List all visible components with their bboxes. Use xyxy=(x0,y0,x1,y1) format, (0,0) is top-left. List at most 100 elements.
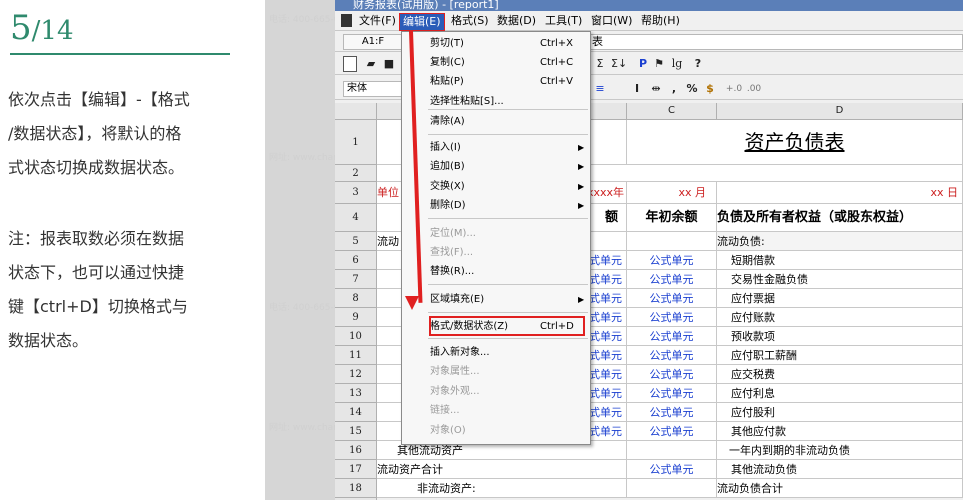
liability-item[interactable]: 流动负债合计 xyxy=(717,479,963,498)
percent-icon[interactable]: % xyxy=(685,81,699,97)
edit-menu-item-11[interactable]: 查找(F)... xyxy=(402,243,590,262)
log-icon[interactable]: lg xyxy=(669,56,685,72)
liability-item[interactable]: 其他流动负债 xyxy=(717,460,963,479)
row-header[interactable]: 17 xyxy=(335,460,377,479)
row-header[interactable]: 4 xyxy=(335,204,377,232)
font-select[interactable]: 宋体 xyxy=(343,81,403,97)
row-header[interactable]: 8 xyxy=(335,289,377,308)
edit-menu-item-1[interactable]: 剪切(T) Ctrl+X xyxy=(402,34,590,53)
column-header-c[interactable]: C xyxy=(627,103,717,120)
row-header[interactable]: 18 xyxy=(335,479,377,498)
edit-menu-item-10[interactable]: 定位(M)... xyxy=(402,224,590,243)
increase-decimal-icon[interactable]: +.0 xyxy=(725,81,743,97)
edit-menu-item-2[interactable]: 复制(C) Ctrl+C xyxy=(402,53,590,72)
formula-cell[interactable]: 公式单元 xyxy=(627,403,717,422)
edit-menu-item-16[interactable]: 对象属性... xyxy=(402,362,590,381)
liability-item[interactable]: 短期借款 xyxy=(717,251,963,270)
formula-cell[interactable]: 公式单元 xyxy=(627,422,717,441)
corner-cell[interactable] xyxy=(335,103,377,120)
grid-cell[interactable] xyxy=(627,479,717,498)
row-header[interactable]: 7 xyxy=(335,270,377,289)
row-header[interactable]: 10 xyxy=(335,327,377,346)
row-header[interactable]: 1 xyxy=(335,120,377,165)
formula-cell[interactable]: 公式单元 xyxy=(627,460,717,479)
edit-menu-item-5[interactable]: 清除(A) xyxy=(402,112,590,131)
print-p-icon[interactable]: P xyxy=(637,56,649,72)
day-cell[interactable]: xx 日 xyxy=(717,182,963,204)
row-header[interactable]: 5 xyxy=(335,232,377,251)
liability-item[interactable]: 应付职工薪酬 xyxy=(717,346,963,365)
liability-item[interactable]: 其他应付款 xyxy=(717,422,963,441)
column-header-d[interactable]: D xyxy=(717,103,963,120)
formula-cell[interactable]: 公式单元 xyxy=(627,346,717,365)
liability-item[interactable]: 应付股利 xyxy=(717,403,963,422)
edit-menu-item-18[interactable]: 链接... xyxy=(402,401,590,420)
row-header[interactable]: 11 xyxy=(335,346,377,365)
month-cell[interactable]: xx 月 xyxy=(627,182,717,204)
open-folder-icon[interactable]: ▰ xyxy=(363,56,379,72)
edit-menu-item-9[interactable]: 删除(D) ▶ xyxy=(402,196,590,215)
grid-cell[interactable] xyxy=(627,232,717,251)
formula-cell[interactable]: 公式单元 xyxy=(627,327,717,346)
liability-item[interactable]: 应付账款 xyxy=(717,308,963,327)
row-header[interactable]: 3 xyxy=(335,182,377,204)
menu-tools[interactable]: 工具(T) xyxy=(545,13,582,29)
edit-menu-item-13[interactable]: 区域填充(E) ▶ xyxy=(402,290,590,309)
header-liabilities[interactable]: 负债及所有者权益（或股东权益） xyxy=(717,204,963,232)
decrease-decimal-icon[interactable]: .00 xyxy=(745,81,763,97)
edit-menu-item-3[interactable]: 粘贴(P) Ctrl+V xyxy=(402,72,590,91)
report-title[interactable]: 资产负债表 xyxy=(627,120,963,165)
edit-menu-item-6[interactable]: 插入(I) ▶ xyxy=(402,138,590,157)
row-header[interactable]: 12 xyxy=(335,365,377,384)
menu-window[interactable]: 窗口(W) xyxy=(591,13,632,29)
liability-item[interactable]: 应交税费 xyxy=(717,365,963,384)
align-right-icon[interactable]: ≡ xyxy=(593,81,607,97)
liability-item[interactable]: 应付利息 xyxy=(717,384,963,403)
row-header[interactable]: 16 xyxy=(335,441,377,460)
formula-cell[interactable]: 公式单元 xyxy=(627,289,717,308)
menu-data[interactable]: 数据(D) xyxy=(497,13,536,29)
edit-menu-item-7[interactable]: 追加(B) ▶ xyxy=(402,157,590,176)
formula-cell[interactable]: 公式单元 xyxy=(627,308,717,327)
comma-icon[interactable]: , xyxy=(669,81,679,97)
edit-menu-item-8[interactable]: 交换(X) ▶ xyxy=(402,177,590,196)
sum-down-icon[interactable]: Σ↓ xyxy=(611,56,627,72)
formula-input[interactable]: 表 xyxy=(585,34,963,50)
grid-cell[interactable]: 流动资产合计 xyxy=(377,460,627,479)
edit-menu-item-12[interactable]: 替换(R)... xyxy=(402,262,590,281)
menu-edit[interactable]: 编辑(E) xyxy=(399,13,445,31)
formula-cell[interactable]: 公式单元 xyxy=(627,365,717,384)
header-begin-balance[interactable]: 年初余额 xyxy=(627,204,717,232)
edit-menu-item-17[interactable]: 对象外观... xyxy=(402,382,590,401)
menu-file[interactable]: 文件(F) xyxy=(359,13,396,29)
formula-cell[interactable]: 公式单元 xyxy=(627,251,717,270)
row-header[interactable]: 6 xyxy=(335,251,377,270)
liab-section-label[interactable]: 流动负债: xyxy=(717,232,963,251)
new-file-icon[interactable] xyxy=(343,56,357,72)
row-header[interactable]: 2 xyxy=(335,165,377,182)
row-header[interactable]: 14 xyxy=(335,403,377,422)
row-header[interactable]: 9 xyxy=(335,308,377,327)
grid-cell[interactable]: 非流动资产: xyxy=(377,479,627,498)
flag-icon[interactable]: ⚑ xyxy=(653,56,665,72)
liability-item[interactable]: 应付票据 xyxy=(717,289,963,308)
row-height-icon[interactable]: I xyxy=(631,81,643,97)
col-width-icon[interactable]: ⇹ xyxy=(649,81,663,97)
liability-item[interactable]: 预收款项 xyxy=(717,327,963,346)
grid-cell[interactable] xyxy=(627,441,717,460)
sum-icon[interactable]: Σ xyxy=(593,56,607,72)
help-pointer-icon[interactable]: ? xyxy=(691,56,705,72)
formula-cell[interactable]: 公式单元 xyxy=(627,270,717,289)
row-header[interactable]: 13 xyxy=(335,384,377,403)
save-icon[interactable]: ■ xyxy=(383,56,395,72)
cell-reference[interactable]: A1:F xyxy=(343,34,403,50)
menu-format[interactable]: 格式(S) xyxy=(451,13,489,29)
menu-help[interactable]: 帮助(H) xyxy=(641,13,680,29)
edit-menu-item-15[interactable]: 插入新对象... xyxy=(402,343,590,362)
liability-item[interactable]: 一年内到期的非流动负债 xyxy=(717,441,963,460)
row-header[interactable]: 15 xyxy=(335,422,377,441)
formula-cell[interactable]: 公式单元 xyxy=(627,384,717,403)
liability-item[interactable]: 交易性金融负债 xyxy=(717,270,963,289)
edit-menu-item-19[interactable]: 对象(O) xyxy=(402,421,590,440)
currency-icon[interactable]: $ xyxy=(703,81,717,97)
